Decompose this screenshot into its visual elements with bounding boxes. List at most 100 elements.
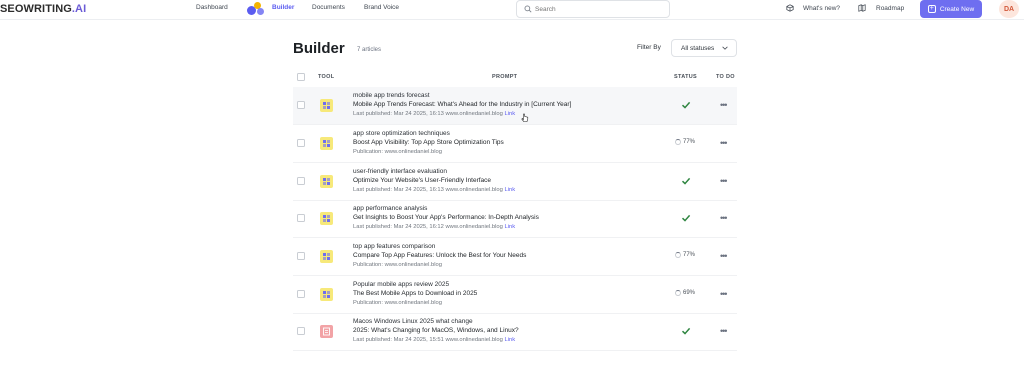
nav-dashboard[interactable]: Dashboard bbox=[196, 4, 228, 11]
column-header-todo: TO DO bbox=[716, 74, 735, 80]
check-icon bbox=[681, 101, 691, 109]
table-row[interactable]: user-friendly interface evaluation Optimi… bbox=[293, 163, 737, 201]
nav-builder[interactable]: Builder bbox=[272, 4, 294, 11]
chevron-down-icon bbox=[722, 46, 728, 50]
more-actions-icon[interactable]: ••• bbox=[720, 176, 728, 186]
article-title[interactable]: Mobile App Trends Forecast: What's Ahead… bbox=[353, 101, 571, 108]
table-row[interactable]: Macos Windows Linux 2025 what change 2025… bbox=[293, 313, 737, 351]
more-actions-icon[interactable]: ••• bbox=[720, 138, 728, 148]
tool-badge bbox=[320, 175, 333, 188]
article-title[interactable]: Compare Top App Features: Unlock the Bes… bbox=[353, 252, 526, 259]
article-title[interactable]: Boost App Visibility: Top App Store Opti… bbox=[353, 139, 504, 146]
article-link[interactable]: Link bbox=[504, 224, 515, 230]
more-actions-icon[interactable]: ••• bbox=[720, 289, 728, 299]
article-link[interactable]: Link bbox=[504, 187, 515, 193]
top-navigation-bar: SEOWRITING.AI Dashboard Builder Document… bbox=[0, 0, 1024, 20]
status-indicator bbox=[675, 100, 703, 110]
article-link[interactable]: Link bbox=[504, 111, 515, 117]
article-keyword: top app features comparison bbox=[353, 243, 436, 250]
article-keyword: app store optimization techniques bbox=[353, 130, 450, 137]
more-actions-icon[interactable]: ••• bbox=[720, 251, 728, 261]
article-title[interactable]: Optimize Your Website's User-Friendly In… bbox=[353, 177, 491, 184]
more-actions-icon[interactable]: ••• bbox=[720, 213, 728, 223]
article-meta: Publication: www.onlinedaniel.blog bbox=[353, 149, 442, 155]
progress-spinner-icon bbox=[675, 252, 681, 258]
check-icon bbox=[681, 327, 691, 335]
progress-spinner-icon bbox=[675, 290, 681, 296]
row-checkbox[interactable] bbox=[297, 327, 305, 335]
publication-info: Publication: www.onlinedaniel.blog bbox=[353, 149, 442, 155]
publication-info: Publication: www.onlinedaniel.blog bbox=[353, 262, 442, 268]
filter-label: Filter By bbox=[637, 44, 661, 51]
article-keyword: mobile app trends forecast bbox=[353, 92, 430, 99]
article-meta: Last published: Mar 24 2025, 16:12 www.o… bbox=[353, 224, 515, 230]
table-row[interactable]: app performance analysis Get Insights to … bbox=[293, 200, 737, 238]
map-icon bbox=[858, 4, 866, 12]
whats-new-button[interactable]: What's new? bbox=[786, 4, 840, 12]
nav-brand-voice[interactable]: Brand Voice bbox=[364, 4, 399, 11]
article-title[interactable]: The Best Mobile Apps to Download in 2025 bbox=[353, 290, 477, 297]
column-header-status: STATUS bbox=[674, 74, 697, 80]
status-indicator bbox=[675, 326, 703, 336]
row-checkbox[interactable] bbox=[297, 252, 305, 260]
status-indicator bbox=[675, 176, 703, 186]
builder-tool-icon bbox=[323, 253, 330, 260]
status-indicator: 69% bbox=[675, 289, 703, 299]
table-row[interactable]: top app features comparison Compare Top A… bbox=[293, 238, 737, 276]
check-icon bbox=[681, 214, 691, 222]
progress-spinner-icon bbox=[675, 139, 681, 145]
roadmap-button[interactable]: Roadmap bbox=[858, 4, 904, 12]
row-checkbox[interactable] bbox=[297, 214, 305, 222]
table-row[interactable]: Popular mobile apps review 2025 The Best … bbox=[293, 276, 737, 314]
logo-suffix: .AI bbox=[71, 3, 87, 15]
row-checkbox[interactable] bbox=[297, 290, 305, 298]
tool-badge bbox=[320, 99, 333, 112]
nav-documents[interactable]: Documents bbox=[312, 4, 345, 11]
check-icon bbox=[681, 177, 691, 185]
publication-info: Last published: Mar 24 2025, 16:13 www.o… bbox=[353, 187, 505, 193]
tool-badge bbox=[320, 212, 333, 225]
builder-tool-icon bbox=[323, 178, 330, 185]
select-all-checkbox[interactable] bbox=[297, 73, 305, 81]
article-link[interactable]: Link bbox=[504, 337, 515, 343]
row-checkbox[interactable] bbox=[297, 101, 305, 109]
status-filter-dropdown[interactable]: All statuses bbox=[671, 39, 737, 57]
article-title[interactable]: 2025: What's Changing for MacOS, Windows… bbox=[353, 327, 519, 334]
table-row[interactable]: app store optimization techniques Boost A… bbox=[293, 125, 737, 163]
more-actions-icon[interactable]: ••• bbox=[720, 100, 728, 110]
publication-info: Last published: Mar 24 2025, 16:12 www.o… bbox=[353, 224, 505, 230]
search-box[interactable] bbox=[516, 0, 670, 18]
article-meta: Last published: Mar 24 2025, 15:51 www.o… bbox=[353, 337, 515, 343]
pointer-cursor-icon bbox=[521, 113, 529, 122]
article-title[interactable]: Get Insights to Boost Your App's Perform… bbox=[353, 214, 539, 221]
create-new-button[interactable]: + Create New bbox=[920, 0, 982, 18]
brand-logo[interactable]: SEOWRITING.AI bbox=[0, 3, 86, 15]
status-indicator: 77% bbox=[675, 251, 703, 261]
progress-percent: 77% bbox=[683, 139, 696, 145]
user-avatar[interactable]: DA bbox=[999, 0, 1019, 18]
roadmap-label: Roadmap bbox=[876, 4, 905, 12]
document-icon bbox=[323, 327, 330, 336]
search-input[interactable] bbox=[535, 3, 665, 15]
table-row[interactable]: mobile app trends forecast Mobile App Tre… bbox=[293, 87, 737, 125]
builder-tool-icon bbox=[323, 215, 330, 222]
row-checkbox[interactable] bbox=[297, 177, 305, 185]
article-meta: Publication: www.onlinedaniel.blog bbox=[353, 262, 442, 268]
builder-tool-icon bbox=[323, 102, 330, 109]
progress-percent: 69% bbox=[683, 290, 696, 296]
publication-info: Publication: www.onlinedaniel.blog bbox=[353, 300, 442, 306]
progress-percent: 77% bbox=[683, 252, 696, 258]
article-count: 7 articles bbox=[357, 47, 382, 53]
search-icon bbox=[524, 5, 532, 13]
more-actions-icon[interactable]: ••• bbox=[720, 326, 728, 336]
row-checkbox[interactable] bbox=[297, 139, 305, 147]
status-filter-value: All statuses bbox=[681, 45, 715, 52]
article-meta: Publication: www.onlinedaniel.blog bbox=[353, 300, 442, 306]
column-header-tool: TOOL bbox=[318, 74, 335, 80]
article-keyword: app performance analysis bbox=[353, 205, 428, 212]
status-indicator bbox=[675, 213, 703, 223]
logo-text: SEOWRITING bbox=[0, 3, 72, 15]
publication-info: Last published: Mar 24 2025, 15:51 www.o… bbox=[353, 337, 505, 343]
plus-icon: + bbox=[927, 5, 936, 13]
article-keyword: user-friendly interface evaluation bbox=[353, 168, 447, 175]
